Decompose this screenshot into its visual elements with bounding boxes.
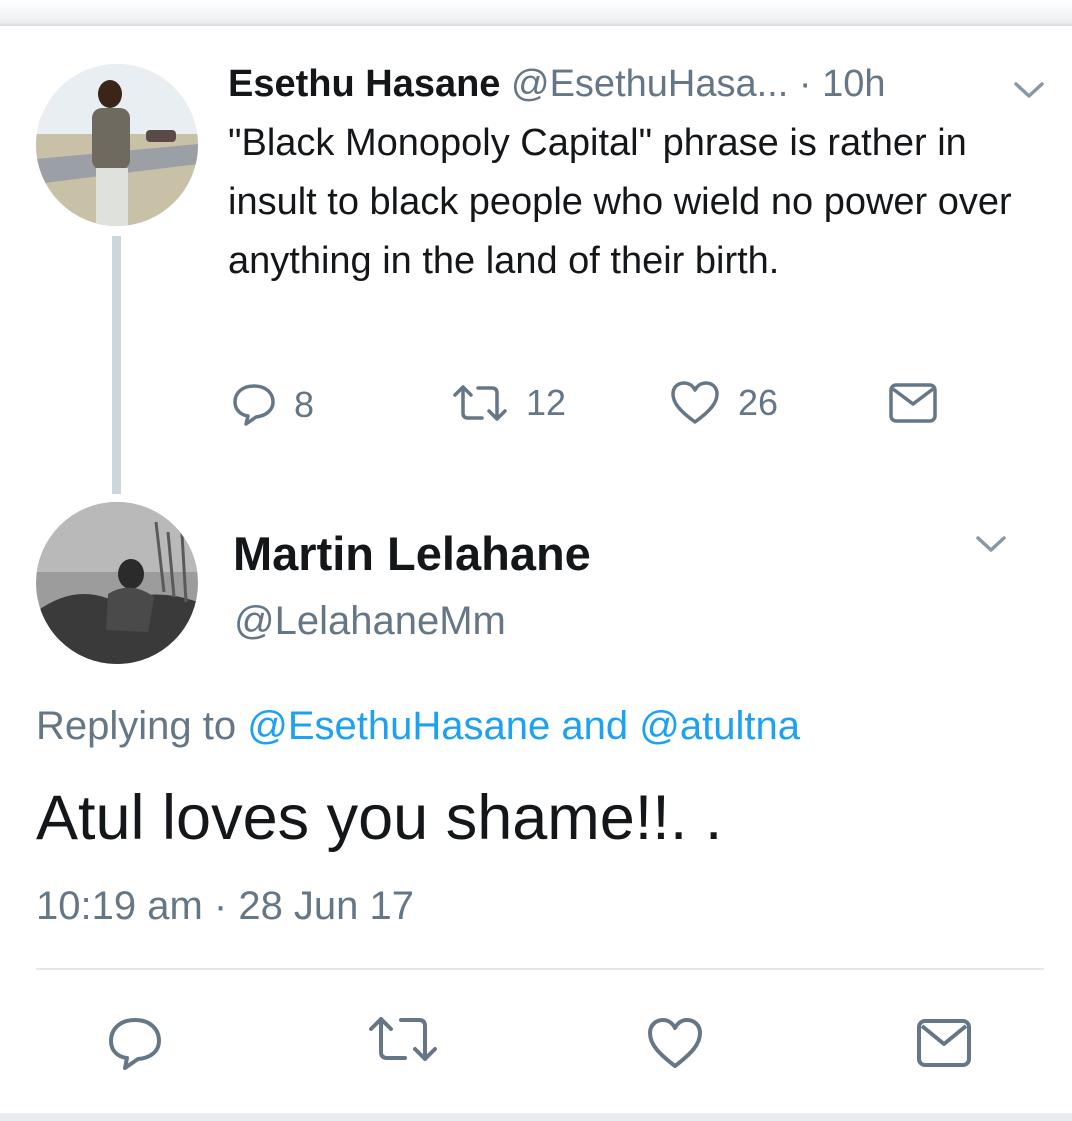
tweet-text: Atul loves you shame!!. . bbox=[36, 783, 723, 853]
reply-button[interactable]: 8 bbox=[232, 382, 314, 428]
envelope-icon bbox=[917, 1019, 971, 1067]
like-button[interactable] bbox=[646, 1016, 704, 1075]
tweet-timestamp[interactable]: 10:19 am · 28 Jun 17 bbox=[36, 878, 414, 934]
thread-line bbox=[112, 236, 121, 494]
like-button[interactable]: 26 bbox=[670, 380, 778, 426]
author-name[interactable]: Martin Lelahane bbox=[233, 524, 591, 584]
tweet-header: Esethu Hasane @EsethuHasa... · 10h bbox=[228, 58, 1028, 110]
author-handle[interactable]: @EsethuHasa... bbox=[511, 63, 788, 105]
replying-and[interactable]: and bbox=[561, 704, 628, 748]
direct-message-button[interactable] bbox=[916, 1018, 972, 1073]
avatar[interactable] bbox=[36, 64, 198, 226]
reply-button[interactable] bbox=[107, 1016, 163, 1077]
top-separator bbox=[0, 0, 1072, 26]
envelope-icon bbox=[889, 383, 937, 423]
retweet-icon bbox=[369, 1017, 437, 1061]
heart-icon bbox=[671, 381, 719, 424]
chevron-down-icon[interactable] bbox=[1012, 78, 1046, 102]
divider bbox=[36, 968, 1044, 970]
tweet-text: "Black Monopoly Capital" phrase is rathe… bbox=[228, 122, 1012, 282]
retweet-button[interactable] bbox=[368, 1014, 438, 1069]
tweet-time[interactable]: 10h bbox=[822, 63, 885, 105]
chevron-down-icon[interactable] bbox=[974, 532, 1008, 556]
separator-dot: · bbox=[798, 63, 812, 105]
retweet-count: 12 bbox=[526, 382, 567, 423]
retweet-button[interactable]: 12 bbox=[452, 382, 566, 424]
mention-link[interactable]: @atultna bbox=[639, 704, 800, 748]
reply-icon bbox=[233, 384, 275, 426]
direct-message-button[interactable] bbox=[888, 382, 938, 424]
replying-prefix: Replying to bbox=[36, 704, 237, 748]
reply-icon bbox=[109, 1018, 161, 1070]
retweet-icon bbox=[453, 385, 507, 421]
mention-link[interactable]: @EsethuHasane bbox=[247, 704, 550, 748]
heart-icon bbox=[648, 1018, 702, 1068]
reply-count: 8 bbox=[294, 384, 315, 425]
avatar-photo bbox=[36, 502, 198, 664]
avatar-photo bbox=[36, 64, 198, 226]
bottom-separator bbox=[0, 1113, 1072, 1121]
author-name[interactable]: Esethu Hasane bbox=[228, 63, 500, 105]
avatar[interactable] bbox=[36, 502, 198, 664]
author-handle[interactable]: @LelahaneMm bbox=[234, 594, 506, 648]
like-count: 26 bbox=[738, 382, 779, 423]
replying-to: Replying to @EsethuHasane and @atultna bbox=[36, 698, 800, 754]
